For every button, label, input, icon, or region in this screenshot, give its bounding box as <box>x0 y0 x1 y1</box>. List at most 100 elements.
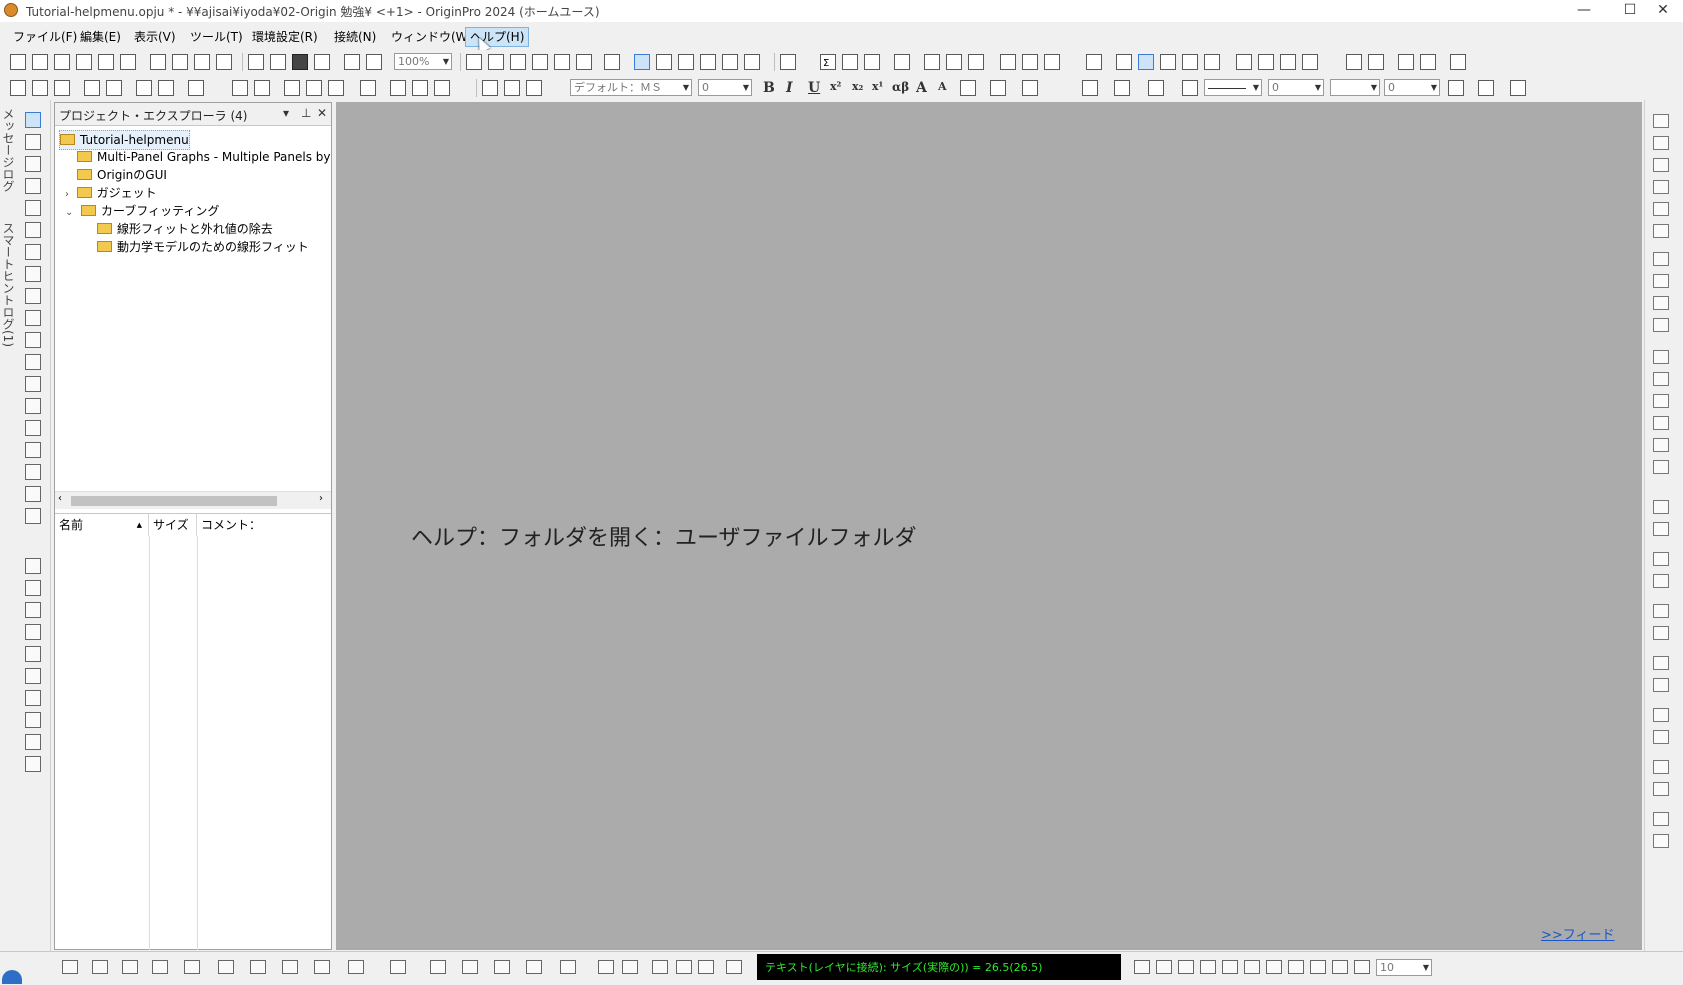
tile-windows-icon[interactable] <box>554 54 570 70</box>
3d-surface-icon[interactable] <box>390 960 406 974</box>
graph-export-icon[interactable] <box>598 960 614 974</box>
send-back-icon[interactable] <box>1653 730 1669 744</box>
filter-icon[interactable] <box>1000 54 1016 70</box>
zoom-combo[interactable]: 100% ▼ <box>394 53 452 70</box>
align-left-icon[interactable] <box>1653 500 1669 514</box>
line-symbol-plot-icon[interactable] <box>122 960 138 974</box>
duplicate-icon[interactable] <box>532 54 548 70</box>
layer-arrange-icon[interactable] <box>1653 114 1669 128</box>
rotate-icon[interactable] <box>1653 202 1669 216</box>
arrange-icon[interactable] <box>726 960 742 974</box>
same-height-icon[interactable] <box>1653 678 1669 692</box>
crop-icon[interactable] <box>1310 960 1326 974</box>
column-header-name[interactable]: 名前 ▲ <box>55 514 149 536</box>
bar-chart-icon[interactable] <box>924 54 940 70</box>
image-plot-icon[interactable] <box>526 960 542 974</box>
recalculate-manual-icon[interactable] <box>366 54 382 70</box>
new-workbook-icon[interactable] <box>32 54 48 70</box>
zoom-out-icon[interactable] <box>25 156 41 172</box>
font-name-combo[interactable]: デフォルト：ＭＳ ▼ <box>570 79 692 96</box>
axis-l-icon[interactable] <box>1653 350 1669 364</box>
export-icon[interactable] <box>390 80 406 96</box>
hatch-icon[interactable] <box>1448 80 1464 96</box>
skew-right-icon[interactable] <box>1200 960 1216 974</box>
swap-icon[interactable] <box>1398 54 1414 70</box>
menu-preferences[interactable]: 環境設定(R) <box>248 28 322 46</box>
tree-horizontal-scrollbar[interactable]: ‹ › <box>55 491 331 509</box>
line-color-icon[interactable] <box>1148 80 1164 96</box>
tree-node-origin-gui[interactable]: OriginのGUI <box>77 166 167 184</box>
column-header-size[interactable]: サイズ <box>149 514 197 536</box>
align-up-icon[interactable] <box>1134 960 1150 974</box>
data-cursor-icon[interactable] <box>25 222 41 238</box>
annotation-icon[interactable] <box>25 712 41 728</box>
apps-icon[interactable] <box>604 54 620 70</box>
region-selector-icon[interactable] <box>25 266 41 282</box>
close-icon[interactable]: ✕ <box>317 106 327 120</box>
feed-link[interactable]: >>フィード <box>1541 924 1615 943</box>
set-x-icon[interactable] <box>1116 54 1132 70</box>
merge-graph-icon[interactable] <box>1653 252 1669 266</box>
formula-icon[interactable] <box>25 756 41 772</box>
disregard-icon[interactable] <box>1204 54 1220 70</box>
worksheet-icon[interactable] <box>254 80 270 96</box>
color-scale-icon[interactable] <box>25 690 41 706</box>
new-graph-icon[interactable] <box>232 80 248 96</box>
tilt-icon[interactable] <box>1653 224 1669 238</box>
skew-left-icon[interactable] <box>1178 960 1194 974</box>
contour-plot-icon[interactable] <box>314 960 330 974</box>
axis-box-icon[interactable] <box>1653 372 1669 386</box>
group-icon[interactable] <box>1653 760 1669 774</box>
stat-plot-icon[interactable] <box>218 960 234 974</box>
layer-icon[interactable] <box>136 80 152 96</box>
symbol-icon[interactable] <box>1182 80 1198 96</box>
grid-format-icon[interactable] <box>1510 80 1526 96</box>
origin-app-icon[interactable] <box>4 3 18 17</box>
decrease-font-button[interactable]: A <box>938 80 947 93</box>
expand-icon[interactable] <box>676 960 692 974</box>
open-cloud-icon[interactable] <box>270 54 286 70</box>
copy-format-icon[interactable] <box>1354 960 1370 974</box>
insert-icon[interactable] <box>306 80 322 96</box>
tree-node-multipanel[interactable]: Multi-Panel Graphs - Multiple Panels by … <box>77 148 331 166</box>
polar-plot-icon[interactable] <box>282 960 298 974</box>
menu-tools[interactable]: ツール(T) <box>186 28 247 46</box>
column-statistics-icon[interactable]: Σ <box>820 54 836 70</box>
shield-icon[interactable] <box>652 960 668 974</box>
tree-node-kinetic-linear-fit[interactable]: 動力学モデルのための線形フィット <box>97 238 309 256</box>
data-reader-icon[interactable] <box>25 200 41 216</box>
superscript-button[interactable]: x² <box>830 80 841 93</box>
close-button[interactable]: ✕ <box>1640 0 1683 22</box>
sort-icon[interactable] <box>864 54 880 70</box>
menu-view[interactable]: 表示(V) <box>130 28 180 46</box>
pin-icon[interactable] <box>158 80 174 96</box>
align-down-icon[interactable] <box>1156 960 1172 974</box>
data-selector-icon[interactable] <box>25 244 41 260</box>
scatter-select-icon[interactable] <box>25 288 41 304</box>
lock-icon[interactable] <box>1450 54 1466 70</box>
base-icon[interactable] <box>1266 960 1282 974</box>
unmerge-icon[interactable] <box>1368 54 1384 70</box>
set-xy-icon[interactable] <box>1086 54 1102 70</box>
collapse-chevron-icon[interactable]: ⌄ <box>65 207 73 218</box>
new-layout-icon[interactable] <box>98 54 114 70</box>
clone-icon[interactable] <box>434 80 450 96</box>
axis-bottom-icon[interactable] <box>1653 180 1669 194</box>
save-project-icon[interactable] <box>292 54 308 70</box>
chevron-down-icon[interactable]: ▾ <box>283 106 289 120</box>
area-plot-icon[interactable] <box>250 960 266 974</box>
fill-color-icon[interactable] <box>1082 80 1098 96</box>
menu-window[interactable]: ウィンドウ(W) <box>387 28 476 46</box>
screen-reader-icon[interactable] <box>25 178 41 194</box>
cascade-windows-icon[interactable] <box>576 54 592 70</box>
add-data-icon[interactable] <box>84 80 100 96</box>
code-builder-icon[interactable] <box>722 54 738 70</box>
remove-filter-icon[interactable] <box>1022 54 1038 70</box>
line-plot-icon[interactable] <box>62 960 78 974</box>
equation-icon[interactable] <box>25 442 41 458</box>
pin-icon[interactable]: ⊥ <box>301 106 311 120</box>
columns-format-icon[interactable] <box>990 80 1006 96</box>
frequency-count-icon[interactable] <box>894 54 910 70</box>
back-arrow-icon[interactable] <box>10 80 26 96</box>
scroll-left-icon[interactable]: ‹ <box>58 493 62 504</box>
